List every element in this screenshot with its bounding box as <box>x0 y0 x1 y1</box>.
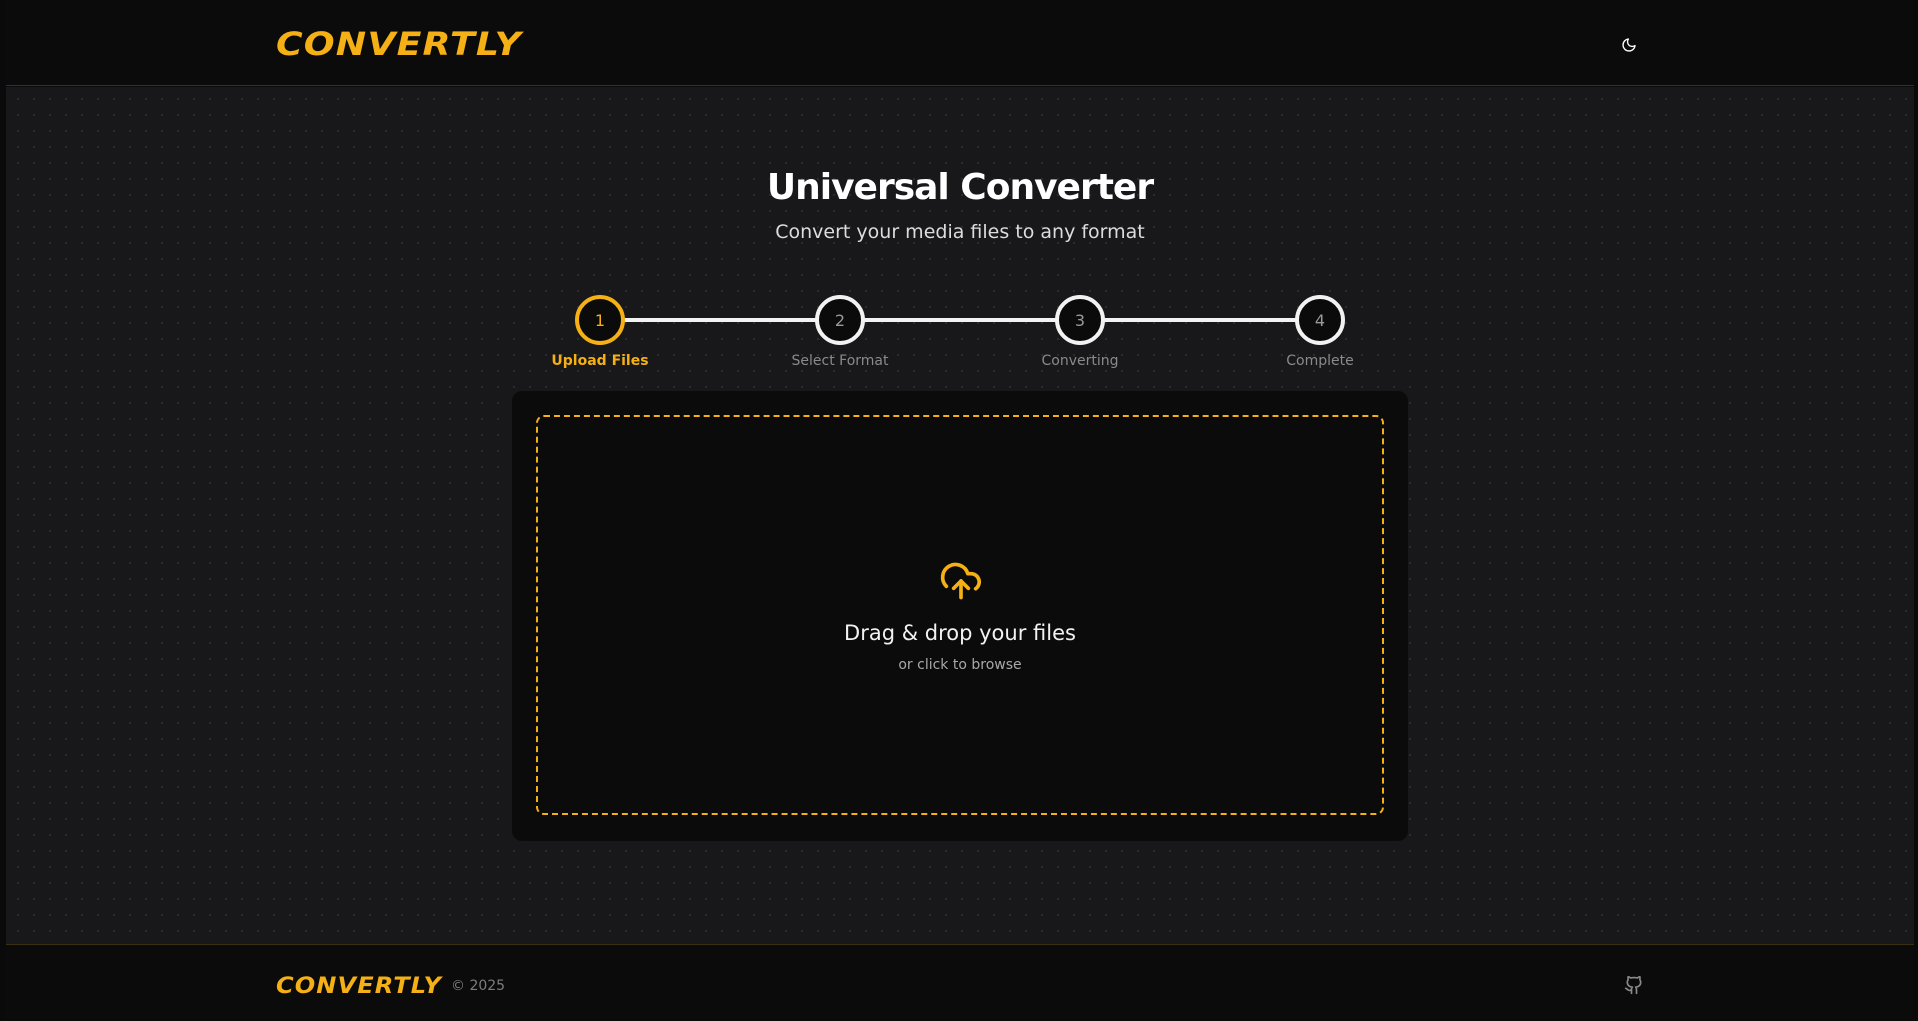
upload-card: Drag & drop your files or click to brows… <box>512 391 1408 841</box>
dropzone-subtitle: or click to browse <box>898 657 1022 673</box>
github-icon[interactable] <box>1624 975 1644 995</box>
step-4-number: 4 <box>1314 310 1326 330</box>
app-frame: CONVERTLY Universal Converter Convert yo… <box>0 0 1918 1021</box>
moon-icon <box>1622 38 1636 52</box>
stepper: 1 2 3 4 Upload Files Select Format Conve… <box>6 87 1914 387</box>
copyright-text: © 2025 <box>451 978 506 994</box>
dropzone-title: Drag & drop your files <box>844 621 1076 645</box>
logo[interactable]: CONVERTLY <box>276 28 526 60</box>
step-4-label: Complete <box>1286 353 1354 369</box>
footer: CONVERTLY © 2025 <box>6 944 1914 1021</box>
step-3-label: Converting <box>1041 353 1119 369</box>
file-dropzone[interactable]: Drag & drop your files or click to brows… <box>536 415 1384 815</box>
step-3-number: 3 <box>1074 310 1086 330</box>
step-2-circle[interactable]: 2 <box>815 295 865 345</box>
step-connector <box>1104 318 1302 322</box>
cloud-upload-icon <box>940 562 981 600</box>
theme-toggle-button[interactable] <box>1617 33 1641 57</box>
step-4-circle[interactable]: 4 <box>1295 295 1345 345</box>
step-2-number: 2 <box>834 310 846 330</box>
step-1-circle[interactable]: 1 <box>575 295 625 345</box>
header: CONVERTLY <box>6 0 1914 86</box>
step-1-label: Upload Files <box>551 353 649 369</box>
step-connector <box>864 318 1062 322</box>
footer-logo[interactable]: CONVERTLY <box>276 974 446 996</box>
main-content: Universal Converter Convert your media f… <box>6 87 1914 944</box>
step-2-label: Select Format <box>791 353 889 369</box>
svg-text:CONVERTLY: CONVERTLY <box>276 28 524 60</box>
step-1-number: 1 <box>594 310 606 330</box>
svg-text:CONVERTLY: CONVERTLY <box>276 974 443 996</box>
step-3-circle[interactable]: 3 <box>1055 295 1105 345</box>
step-connector <box>624 318 822 322</box>
